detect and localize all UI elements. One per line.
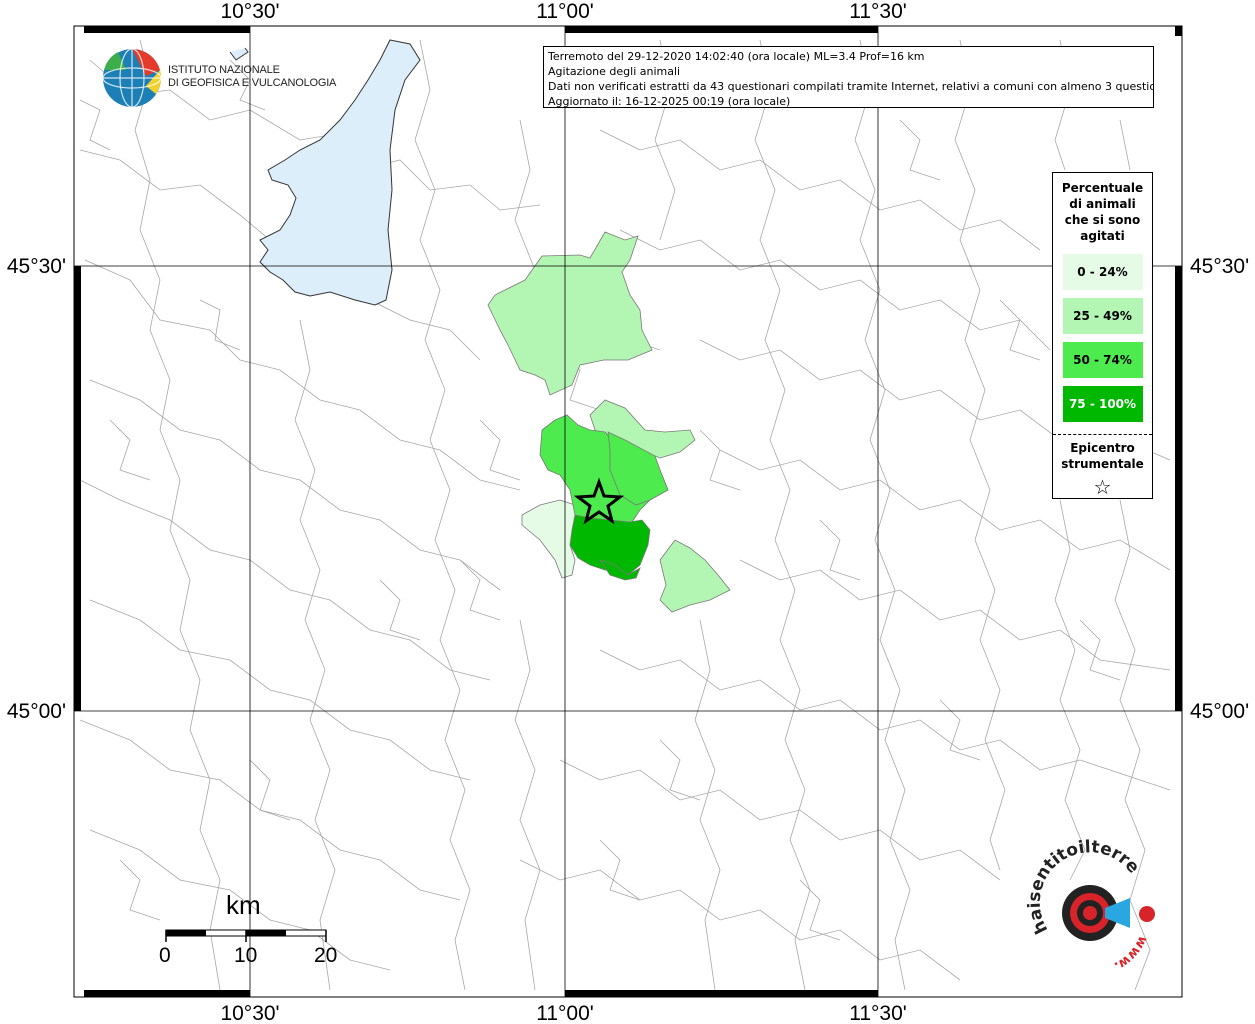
lon-label-top-3: 11°30' [849,0,907,23]
map: 10°30' 11°00' 11°30' 10°30' 11°00' 11°30… [0,0,1249,1024]
lon-label-bottom-2: 11°00' [536,1002,594,1024]
scale-unit-label: km [226,890,261,920]
legend-title: Percentuale di animali che si sono agita… [1053,180,1152,244]
lat-label-left-2: 45°00' [7,700,66,723]
event-info-line1: Terremoto del 29-12-2020 14:02:40 (ora l… [548,50,925,63]
lat-label-left-1: 45°30' [7,255,66,278]
event-info-line4: Aggiornato il: 16-12-2025 00:19 (ora loc… [548,95,791,108]
event-info-line3: Dati non verificati estratti da 43 quest… [548,80,1154,93]
legend-epicenter-line2: strumentale [1061,457,1144,471]
scale-tick-0: 0 [159,944,171,967]
legend-class-0-24: 0 - 24% [1062,254,1143,290]
ingv-logo-line1: ISTITUTO NAZIONALE [168,64,280,76]
lon-label-bottom-3: 11°30' [849,1002,907,1024]
lat-label-right-1: 45°30' [1190,255,1249,278]
lon-label-bottom-1: 10°30' [220,1002,279,1024]
legend-epicenter: Epicentro strumentale [1053,440,1152,472]
legend-class-25-49: 25 - 49% [1062,298,1143,334]
lat-label-right-2: 45°00' [1190,700,1249,723]
scale-tick-20: 20 [314,944,338,967]
legend-star-icon: ☆ [1093,475,1112,499]
ingv-logo-text: ISTITUTO NAZIONALE DI GEOFISICA E VULCAN… [168,64,336,90]
event-info-box: Terremoto del 29-12-2020 14:02:40 (ora l… [543,46,1154,108]
legend-title-line3: che si sono [1064,213,1141,227]
legend-title-line4: agitati [1080,229,1125,243]
lon-label-top-1: 10°30' [220,0,279,23]
legend-title-line1: Percentuale [1061,181,1144,195]
ingv-logo-icon [102,48,162,108]
legend: Percentuale di animali che si sono agita… [1052,172,1153,499]
legend-epicenter-line1: Epicentro [1070,441,1135,455]
event-info-line2: Agitazione degli animali [548,65,681,78]
legend-title-line2: di animali [1069,197,1136,211]
legend-class-50-74: 50 - 74% [1062,342,1143,378]
legend-separator [1053,434,1152,435]
scale-tick-10: 10 [234,944,258,967]
legend-class-75-100: 75 - 100% [1062,386,1143,422]
ingv-logo-line2: DI GEOFISICA E VULCANOLOGIA [168,77,337,89]
lon-label-top-2: 11°00' [536,0,594,23]
